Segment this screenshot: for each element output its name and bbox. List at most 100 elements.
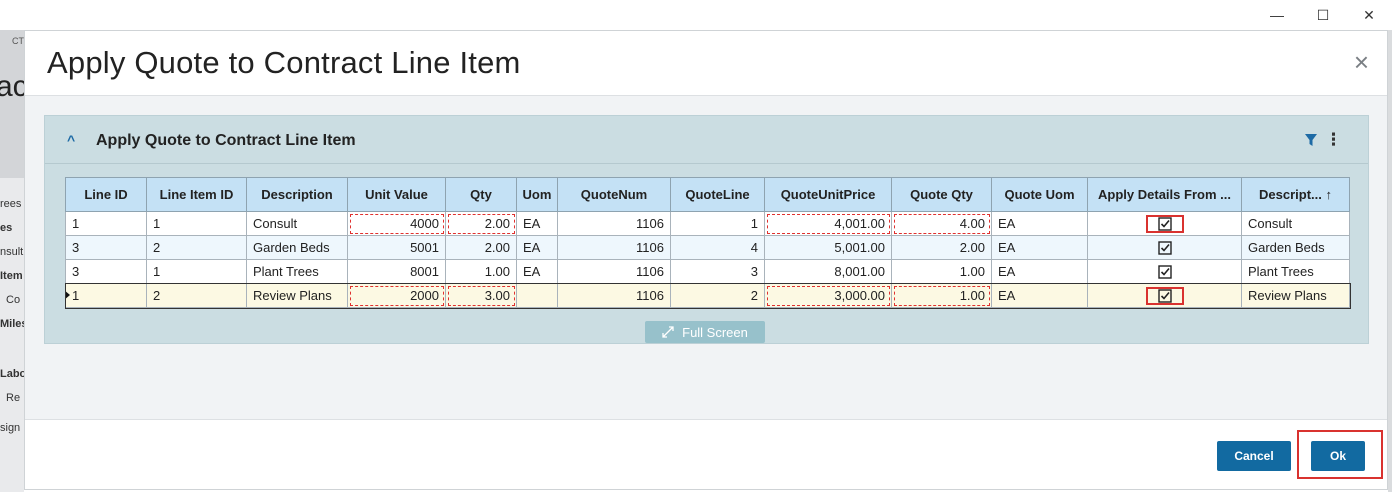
cell-line-item-id[interactable]: 2 (146, 283, 247, 308)
cell-quote-qty[interactable]: 1.00 (891, 259, 992, 284)
grid-panel: ^ Apply Quote to Contract Line Item ⋮ Li… (44, 115, 1369, 344)
column-header-quote-uom[interactable]: Quote Uom (991, 177, 1088, 212)
cell-description-2[interactable]: Consult (1241, 211, 1350, 236)
cell-description-2[interactable]: Plant Trees (1241, 259, 1350, 284)
column-header-line-id[interactable]: Line ID (65, 177, 147, 212)
cell-quote-uom[interactable]: EA (991, 283, 1088, 308)
filter-icon[interactable] (1304, 133, 1318, 147)
modal-body: ^ Apply Quote to Contract Line Item ⋮ Li… (25, 96, 1387, 419)
cell-unit-value[interactable]: 4000 (347, 211, 446, 236)
column-header-quote-qty[interactable]: Quote Qty (891, 177, 992, 212)
column-header-description[interactable]: Description (246, 177, 348, 212)
cell-description[interactable]: Garden Beds (246, 235, 348, 260)
cell-quote-qty[interactable]: 2.00 (891, 235, 992, 260)
table-row-selected[interactable]: 1 2 Review Plans 2000 3.00 1106 2 3,000.… (64, 282, 1351, 309)
cell-quote-unit-price[interactable]: 4,001.00 (764, 211, 892, 236)
more-options-icon[interactable]: ⋮ (1325, 130, 1342, 150)
background-nav-item: Re (6, 392, 21, 404)
table-row[interactable]: 3 2 Garden Beds 5001 2.00 EA 1106 4 5,00… (65, 235, 1350, 260)
cell-quote-unit-price[interactable]: 3,000.00 (764, 283, 892, 308)
cell-line-id[interactable]: 1 (65, 211, 147, 236)
cell-quote-line[interactable]: 2 (670, 283, 765, 308)
background-small-label: CT (12, 36, 24, 46)
window-close-icon[interactable]: ✕ (1346, 0, 1392, 30)
cell-uom[interactable] (516, 283, 558, 308)
cell-apply-details[interactable] (1087, 283, 1242, 308)
cell-line-item-id[interactable]: 2 (146, 235, 247, 260)
cell-apply-details[interactable] (1087, 235, 1242, 260)
background-right-strip (1388, 30, 1392, 492)
column-header-quote-num[interactable]: QuoteNum (557, 177, 671, 212)
quote-grid: Line ID Line Item ID Description Unit Va… (64, 177, 1351, 309)
minimize-icon[interactable]: — (1254, 0, 1300, 30)
cell-unit-value[interactable]: 8001 (347, 259, 446, 284)
column-header-description-sorted[interactable]: Descript... ↑ (1241, 177, 1350, 212)
table-row[interactable]: 3 1 Plant Trees 8001 1.00 EA 1106 3 8,00… (65, 259, 1350, 284)
table-row[interactable]: 1 1 Consult 4000 2.00 EA 1106 1 4,001.00… (65, 211, 1350, 236)
cell-line-id-value: 1 (72, 288, 80, 303)
column-header-unit-value[interactable]: Unit Value (347, 177, 446, 212)
cell-quote-qty[interactable]: 4.00 (891, 211, 992, 236)
cell-quote-num[interactable]: 1106 (557, 259, 671, 284)
cell-uom[interactable]: EA (516, 211, 558, 236)
panel-divider (45, 163, 1368, 164)
cell-quote-line[interactable]: 3 (670, 259, 765, 284)
cell-quote-num[interactable]: 1106 (557, 235, 671, 260)
expand-icon (662, 326, 674, 338)
background-header (0, 30, 24, 178)
cell-unit-value[interactable]: 2000 (347, 283, 446, 308)
cell-apply-details[interactable] (1087, 259, 1242, 284)
cell-line-id[interactable]: 3 (65, 259, 147, 284)
cell-line-id[interactable]: 1 (65, 283, 147, 308)
column-header-line-item-id[interactable]: Line Item ID (146, 177, 247, 212)
cell-line-item-id[interactable]: 1 (146, 211, 247, 236)
cell-qty[interactable]: 3.00 (445, 283, 517, 308)
highlight-box (1145, 287, 1184, 305)
cell-description[interactable]: Plant Trees (246, 259, 348, 284)
cell-line-item-id[interactable]: 1 (146, 259, 247, 284)
cell-quote-uom[interactable]: EA (991, 235, 1088, 260)
cell-uom[interactable]: EA (516, 259, 558, 284)
cell-quote-num[interactable]: 1106 (557, 283, 671, 308)
maximize-icon[interactable]: ☐ (1300, 0, 1346, 30)
cell-quote-unit-price[interactable]: 8,001.00 (764, 259, 892, 284)
cell-qty[interactable]: 2.00 (445, 235, 517, 260)
cancel-button[interactable]: Cancel (1217, 441, 1291, 471)
background-nav-item: Miles (0, 318, 24, 330)
apply-quote-modal: Apply Quote to Contract Line Item × ^ Ap… (24, 30, 1388, 490)
column-header-quote-unit-price[interactable]: QuoteUnitPrice (764, 177, 892, 212)
column-header-apply-details[interactable]: Apply Details From ... (1087, 177, 1242, 212)
cell-line-id[interactable]: 3 (65, 235, 147, 260)
cell-quote-unit-price[interactable]: 5,001.00 (764, 235, 892, 260)
background-nav-item: Labo (0, 368, 24, 380)
cell-qty[interactable]: 2.00 (445, 211, 517, 236)
column-header-uom[interactable]: Uom (516, 177, 558, 212)
full-screen-button[interactable]: Full Screen (645, 321, 765, 343)
background-nav-item: Co (6, 294, 21, 306)
cell-quote-line[interactable]: 1 (670, 211, 765, 236)
cell-quote-qty[interactable]: 1.00 (891, 283, 992, 308)
cell-description-2[interactable]: Review Plans (1241, 283, 1350, 308)
cell-quote-uom[interactable]: EA (991, 211, 1088, 236)
cell-uom[interactable]: EA (516, 235, 558, 260)
collapse-chevron-icon[interactable]: ^ (67, 132, 75, 148)
background-nav-item: nsult (0, 246, 24, 258)
column-header-qty[interactable]: Qty (445, 177, 517, 212)
cell-qty[interactable]: 1.00 (445, 259, 517, 284)
cell-description[interactable]: Review Plans (246, 283, 348, 308)
checkbox-checked-icon[interactable] (1157, 241, 1172, 255)
column-header-quote-line[interactable]: QuoteLine (670, 177, 765, 212)
modal-close-icon[interactable]: × (1354, 49, 1369, 75)
background-nav-item: Item (0, 270, 23, 282)
cell-quote-line[interactable]: 4 (670, 235, 765, 260)
grid-header-row: Line ID Line Item ID Description Unit Va… (65, 177, 1350, 212)
background-title-fragment: ac (0, 70, 24, 103)
cell-apply-details[interactable] (1087, 211, 1242, 236)
cell-unit-value[interactable]: 5001 (347, 235, 446, 260)
cell-description[interactable]: Consult (246, 211, 348, 236)
cell-description-2[interactable]: Garden Beds (1241, 235, 1350, 260)
checkbox-checked-icon[interactable] (1157, 265, 1172, 279)
modal-title: Apply Quote to Contract Line Item (47, 45, 521, 80)
cell-quote-num[interactable]: 1106 (557, 211, 671, 236)
cell-quote-uom[interactable]: EA (991, 259, 1088, 284)
